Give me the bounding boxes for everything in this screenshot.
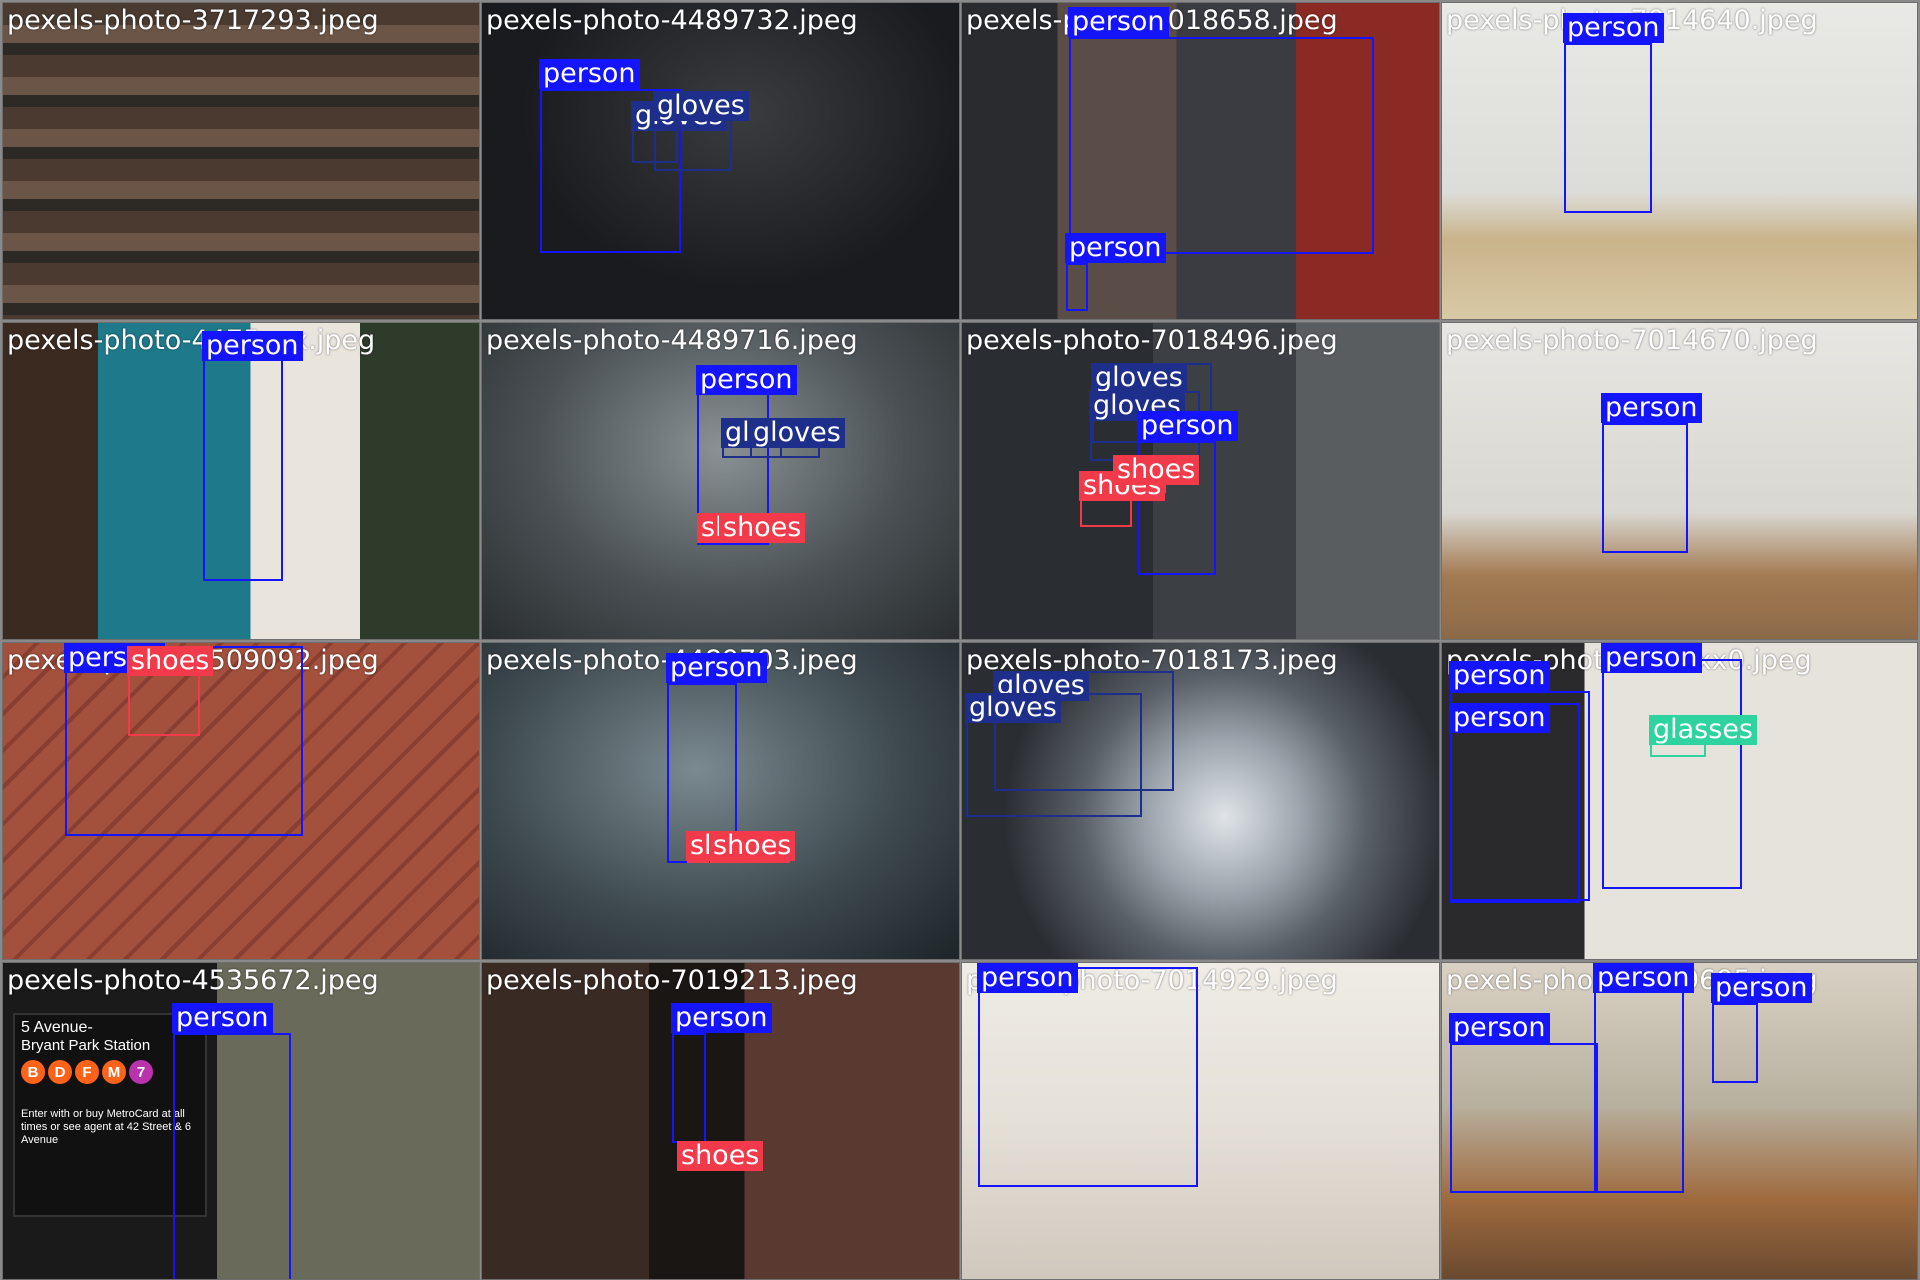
image-tile[interactable]: pexels-photo-7014640.jpegperson [1441, 2, 1918, 320]
image-tile[interactable]: pexels-photo-7018658.jpegpersonperson [961, 2, 1440, 320]
person-bounding-box [1712, 1003, 1758, 1083]
tile-filename: pexels-photo-7018496.jpeg [966, 325, 1338, 356]
person-label: person [1563, 13, 1664, 43]
person-label: person [1711, 973, 1812, 1003]
route-bullet: D [48, 1060, 72, 1084]
shoes-label: shoes [719, 513, 806, 543]
person-bounding-box [1069, 37, 1374, 254]
gloves-label: gloves [1091, 363, 1187, 393]
person-bounding-box [1450, 1043, 1598, 1193]
image-tile[interactable]: pexels-photo-4489732.jpegpersonglovesglo… [481, 2, 960, 320]
person-label: person [202, 331, 303, 361]
person-label: person [1068, 7, 1169, 37]
person-bounding-box [203, 331, 283, 581]
tile-filename: pexels-photo-4489732.jpeg [486, 5, 858, 36]
person-bounding-box [672, 1033, 706, 1143]
person-label: person [1601, 393, 1702, 423]
tile-filename: pexels-photo-7014670.jpeg [1446, 325, 1818, 356]
person-label: person [1601, 643, 1702, 673]
gloves-label: gloves [749, 418, 845, 448]
image-tile[interactable]: pexels-photo-4489703.jpegpersonshoesshoe… [481, 642, 960, 960]
detection-mosaic: pexels-photo-3717293.jpeg pexels-photo-44… [0, 0, 1920, 1280]
person-bounding-box [1066, 263, 1088, 311]
shoes-label: shoes [677, 1141, 764, 1171]
gloves-label: gloves [653, 91, 749, 121]
person-label: person [1449, 1013, 1550, 1043]
person-label: person [671, 1003, 772, 1033]
tile-filename: pexels-photo-3717293.jpeg [7, 5, 379, 36]
person-bounding-box [173, 1033, 291, 1279]
image-tile[interactable]: pexels-photo-5409695.jpegpersonpersonper… [1441, 962, 1918, 1280]
route-bullet: 7 [129, 1060, 153, 1084]
image-tile[interactable]: pexels-photo-7018173.jpeg gloves gloves [961, 642, 1440, 960]
image-tile[interactable]: pexels-photo-3717293.jpeg [2, 2, 480, 320]
image-tile[interactable]: 5 Avenue- Bryant Park Station B D F M 7 Enter w… [2, 962, 480, 1280]
gloves-label: gloves [965, 693, 1061, 723]
tile-filename: pexels-photo-4475xxx.jpeg [7, 325, 376, 356]
person-label: person [1449, 703, 1550, 733]
tile-filename: pexels-photo-7019213.jpeg [486, 965, 858, 996]
shoes-label: shoes [1113, 455, 1200, 485]
tile-filename: pexels-photo-4489716.jpeg [486, 325, 858, 356]
person-label: person [1137, 411, 1238, 441]
photo-thumbnail [3, 3, 479, 319]
person-label: person [172, 1003, 273, 1033]
photo-thumbnail [1442, 3, 1917, 319]
person-bounding-box [978, 967, 1198, 1187]
person-bounding-box [1450, 703, 1580, 903]
person-bounding-box [1594, 963, 1684, 1193]
image-tile[interactable]: pexels-photo-7014929.jpeg person [961, 962, 1440, 1280]
image-tile[interactable]: pexels-photo-7019213.jpeg person shoes [481, 962, 960, 1280]
route-bullet: M [102, 1060, 126, 1084]
person-label: person [1593, 963, 1694, 993]
person-bounding-box [1564, 43, 1652, 213]
route-bullet: F [75, 1060, 99, 1084]
person-bounding-box [1602, 423, 1688, 553]
glasses-label: glasses [1649, 715, 1757, 745]
person-label: person [1449, 661, 1550, 691]
image-tile[interactable]: pexels-photo-7014670.jpeg person [1441, 322, 1918, 640]
person-label: person [539, 59, 640, 89]
image-tile[interactable]: pexels-photo-4475xxx.jpeg person [2, 322, 480, 640]
tile-filename: pexels-photo-4535672.jpeg [7, 965, 379, 996]
person-label: person [1065, 233, 1166, 263]
person-bounding-box [1602, 659, 1742, 889]
image-tile[interactable]: pexels-photo-7xxxxx0.jpegpersonpersonper… [1441, 642, 1918, 960]
route-bullet: B [21, 1060, 45, 1084]
shoes-label: shoes [709, 831, 796, 861]
person-label: person [696, 365, 797, 395]
image-tile[interactable]: pexels-photo-7018496.jpeg gloves gloves per… [961, 322, 1440, 640]
person-label: person [977, 963, 1078, 993]
image-tile[interactable]: pexels-photo-4509092.jpegpersonshoes [2, 642, 480, 960]
image-tile[interactable]: pexels-photo-4489716.jpegpersonglovesglo… [481, 322, 960, 640]
shoes-label: shoes [127, 646, 214, 676]
person-label: person [666, 653, 767, 683]
